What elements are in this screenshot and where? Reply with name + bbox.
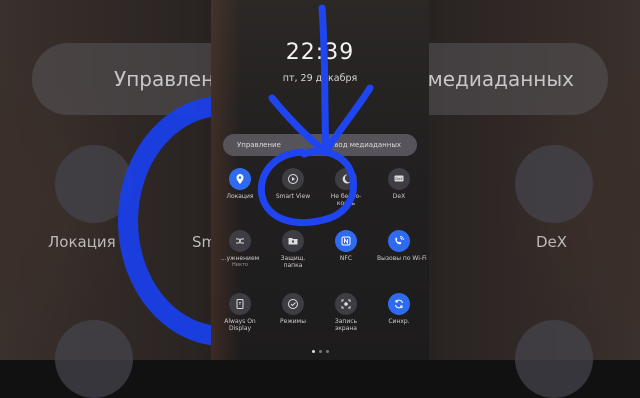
tile-label: Запись экрана <box>334 318 358 332</box>
tile-label: Smart View <box>275 193 311 200</box>
phone-screen: 22:39 пт, 29 декабря Управление Вывод ме… <box>211 0 429 360</box>
page-dot <box>326 350 329 353</box>
media-output-panel[interactable]: Управление Вывод медиаданных <box>223 134 417 156</box>
tile-sync[interactable]: Синхр. <box>377 293 421 325</box>
tile-label: ...ужнением <box>220 255 260 262</box>
tile-smart-view[interactable]: Smart View <box>271 168 315 200</box>
tile-always-on-display[interactable]: Always On Display <box>218 293 262 332</box>
tile-nfc[interactable]: NFC <box>324 230 368 262</box>
tile-label: Локация <box>226 193 254 200</box>
tile-do-not-disturb[interactable]: Не беспо- коить <box>324 168 368 207</box>
tile-label: Не беспо- коить <box>330 193 362 207</box>
sync-icon <box>388 293 410 315</box>
media-output-label[interactable]: Вывод медиаданных <box>319 134 417 156</box>
tile-label: Защищ. папка <box>280 255 306 269</box>
tile-screen-recorder[interactable]: Запись экрана <box>324 293 368 332</box>
tile-label: Вызовы по Wi-Fi <box>377 255 427 262</box>
tile-link-sharing[interactable]: ...ужнением Никто <box>218 230 262 268</box>
wifi-calling-icon <box>388 230 410 252</box>
nfc-icon <box>335 230 357 252</box>
tile-secure-folder[interactable]: Защищ. папка <box>271 230 315 269</box>
tile-modes[interactable]: Режимы <box>271 293 315 325</box>
tile-wifi-calling[interactable]: Вызовы по Wi-Fi <box>377 230 427 262</box>
location-pin-icon <box>229 168 251 190</box>
background-dex-circle <box>515 145 593 223</box>
tile-label: DeX <box>392 193 406 200</box>
tile-label: Синхр. <box>388 318 410 325</box>
always-on-display-icon <box>229 293 251 315</box>
tile-location[interactable]: Локация <box>218 168 262 200</box>
tile-label: NFC <box>339 255 353 262</box>
page-dot <box>319 350 322 353</box>
background-bottom-left-circle <box>55 320 133 398</box>
background-location-label: Локация <box>48 233 116 251</box>
tile-sublabel: Никто <box>231 262 248 268</box>
device-control-label[interactable]: Управление <box>223 134 319 156</box>
do-not-disturb-icon <box>335 168 357 190</box>
date: пт, 29 декабря <box>282 73 358 84</box>
background-bottom-circle <box>515 320 593 398</box>
smart-view-icon <box>282 168 304 190</box>
modes-icon <box>282 293 304 315</box>
dex-icon: DeX <box>388 168 410 190</box>
tile-label: Always On Display <box>224 318 256 332</box>
link-sharing-icon <box>229 230 251 252</box>
screen-recorder-icon <box>335 293 357 315</box>
secure-folder-icon <box>282 230 304 252</box>
page-indicator[interactable] <box>312 350 329 353</box>
page-dot-active <box>312 350 315 353</box>
clock: 22:39 <box>285 40 355 65</box>
tile-label: Режимы <box>280 318 306 325</box>
background-dex-label: DeX <box>536 233 568 251</box>
svg-text:DeX: DeX <box>395 177 403 181</box>
tile-dex[interactable]: DeX DeX <box>377 168 421 200</box>
